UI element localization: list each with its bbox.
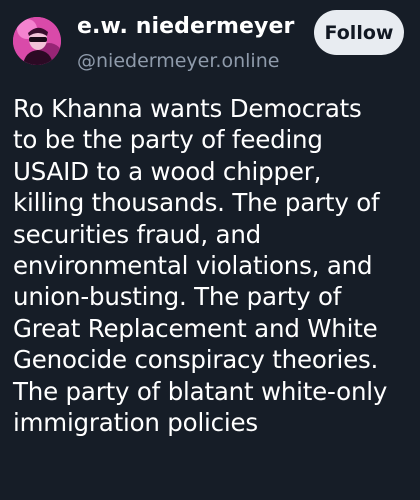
- follow-button[interactable]: Follow: [314, 10, 404, 55]
- author-display-name[interactable]: e.w. niedermeyer: [77, 14, 294, 39]
- post-text-line: union-busting. The party of: [13, 282, 342, 312]
- avatar[interactable]: [13, 17, 61, 65]
- post-card: e.w. niedermeyer @niedermeyer.online Fol…: [0, 0, 420, 500]
- post-text-line: killing thousands. The party of: [13, 188, 380, 218]
- post-text-line: immigration policies: [13, 407, 258, 437]
- post-text-line: to be the party of feeding: [13, 125, 323, 155]
- post-text: Ro Khanna wants Democrats to be the part…: [13, 93, 413, 438]
- author-handle[interactable]: @niedermeyer.online: [77, 50, 279, 72]
- post-text-line: securities fraud, and: [13, 219, 262, 249]
- avatar-image: [13, 17, 61, 65]
- post-text-line: The party of blatant white-only: [13, 376, 388, 406]
- post-text-line: Ro Khanna wants Democrats: [13, 94, 362, 123]
- post-text-line: USAID to a wood chipper,: [13, 156, 322, 186]
- post-text-line: Genocide conspiracy theories.: [13, 345, 379, 375]
- post-text-line: Great Replacement and White: [13, 313, 378, 343]
- post-text-line: environmental violations, and: [13, 250, 373, 280]
